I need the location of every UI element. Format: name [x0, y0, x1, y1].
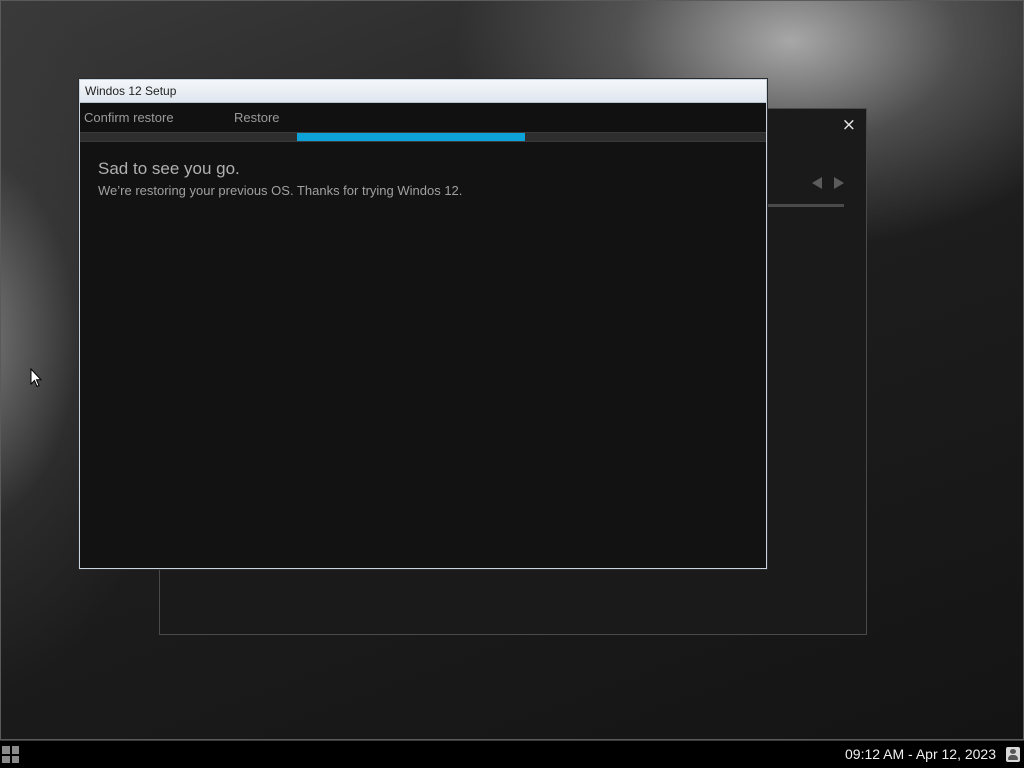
setup-window: Windos 12 Setup Confirm restore Restore … [79, 79, 767, 569]
arrow-right-icon[interactable] [834, 177, 844, 189]
desktop: × Windos 12 Setup Confirm restore Restor… [0, 0, 1024, 740]
page-heading: Sad to see you go. [98, 159, 240, 178]
window-title: Windos 12 Setup [85, 84, 177, 98]
user-icon[interactable] [1006, 747, 1020, 762]
step-restore: Restore [234, 110, 280, 125]
title-bar[interactable]: Windos 12 Setup [80, 80, 766, 103]
steps-bar: Confirm restore Restore [80, 103, 766, 132]
page-message: We’re restoring your previous OS. Thanks… [98, 183, 463, 198]
start-icon[interactable] [2, 746, 19, 763]
arrow-left-icon[interactable] [812, 177, 822, 189]
taskbar: 09:12 AM - Apr 12, 2023 [0, 740, 1024, 768]
progress-fill [296, 133, 525, 141]
taskbar-clock[interactable]: 09:12 AM - Apr 12, 2023 [845, 746, 996, 762]
step-confirm-restore: Confirm restore [84, 110, 174, 125]
mouse-cursor-icon [30, 368, 42, 388]
divider-line [766, 204, 844, 207]
progress-bar [80, 132, 766, 142]
navigation-arrows [812, 177, 844, 189]
close-icon[interactable]: × [842, 115, 856, 135]
